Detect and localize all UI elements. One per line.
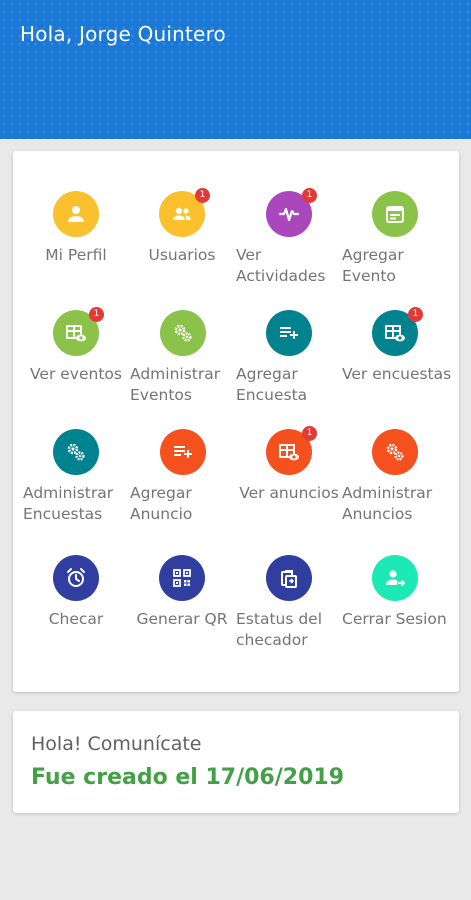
notification-badge: 1	[408, 307, 423, 322]
menu-item-label: Estatus del checador	[236, 610, 323, 649]
menu-item-label: Mi Perfil	[45, 246, 107, 264]
notification-badge: 1	[302, 426, 317, 441]
menu-item-label: Checar	[48, 610, 104, 628]
menu-item-label: Agregar Evento	[342, 246, 404, 285]
view-table-icon: 1	[53, 307, 104, 356]
calendar-icon	[372, 191, 418, 237]
view-table-icon: 1	[266, 426, 317, 475]
menu-item-label: Ver encuestas	[342, 365, 452, 383]
menu-item-label: Administrar Eventos	[130, 365, 221, 404]
info-card: Hola! Comunícate Fue creado el 17/06/201…	[13, 711, 459, 813]
alarm-clock-icon	[53, 555, 99, 601]
menu-item-label: Generar QR	[136, 610, 228, 628]
copy-documents-icon	[266, 555, 312, 601]
gears-icon	[53, 429, 99, 475]
gears-icon	[372, 429, 418, 475]
menu-item-label: Ver eventos	[30, 365, 122, 383]
person-icon	[53, 191, 99, 237]
activity-pulse-icon: 1	[266, 188, 317, 237]
menu-item-label: Agregar Anuncio	[130, 484, 193, 523]
info-title: Hola! Comunícate	[31, 733, 202, 755]
greeting-title: Hola, Jorge Quintero	[20, 22, 226, 46]
notification-badge: 1	[89, 307, 104, 322]
menu-item-label: Ver Actividades	[236, 246, 326, 285]
person-logout-icon	[372, 555, 418, 601]
menu-item-label: Administrar Encuestas	[23, 484, 114, 523]
menu-item-label: Agregar Encuesta	[236, 365, 308, 404]
qr-code-icon	[159, 555, 205, 601]
gears-icon	[160, 310, 206, 356]
notification-badge: 1	[302, 188, 317, 203]
app-header: Hola, Jorge Quintero	[0, 0, 471, 139]
notification-badge: 1	[195, 188, 210, 203]
menu-card: Mi Perfil 1 Usuarios 1 Ver Actividades A…	[13, 151, 459, 692]
menu-item-label: Ver anuncios	[239, 484, 339, 502]
playlist-add-icon	[266, 310, 312, 356]
playlist-add-icon	[160, 429, 206, 475]
creation-date: Fue creado el 17/06/2019	[31, 765, 345, 790]
menu-item-label: Cerrar Sesion	[342, 610, 447, 628]
menu-item-label: Usuarios	[148, 246, 216, 264]
menu-item-label: Administrar Anuncios	[342, 484, 433, 523]
view-table-icon: 1	[372, 307, 423, 356]
group-icon: 1	[159, 188, 210, 237]
